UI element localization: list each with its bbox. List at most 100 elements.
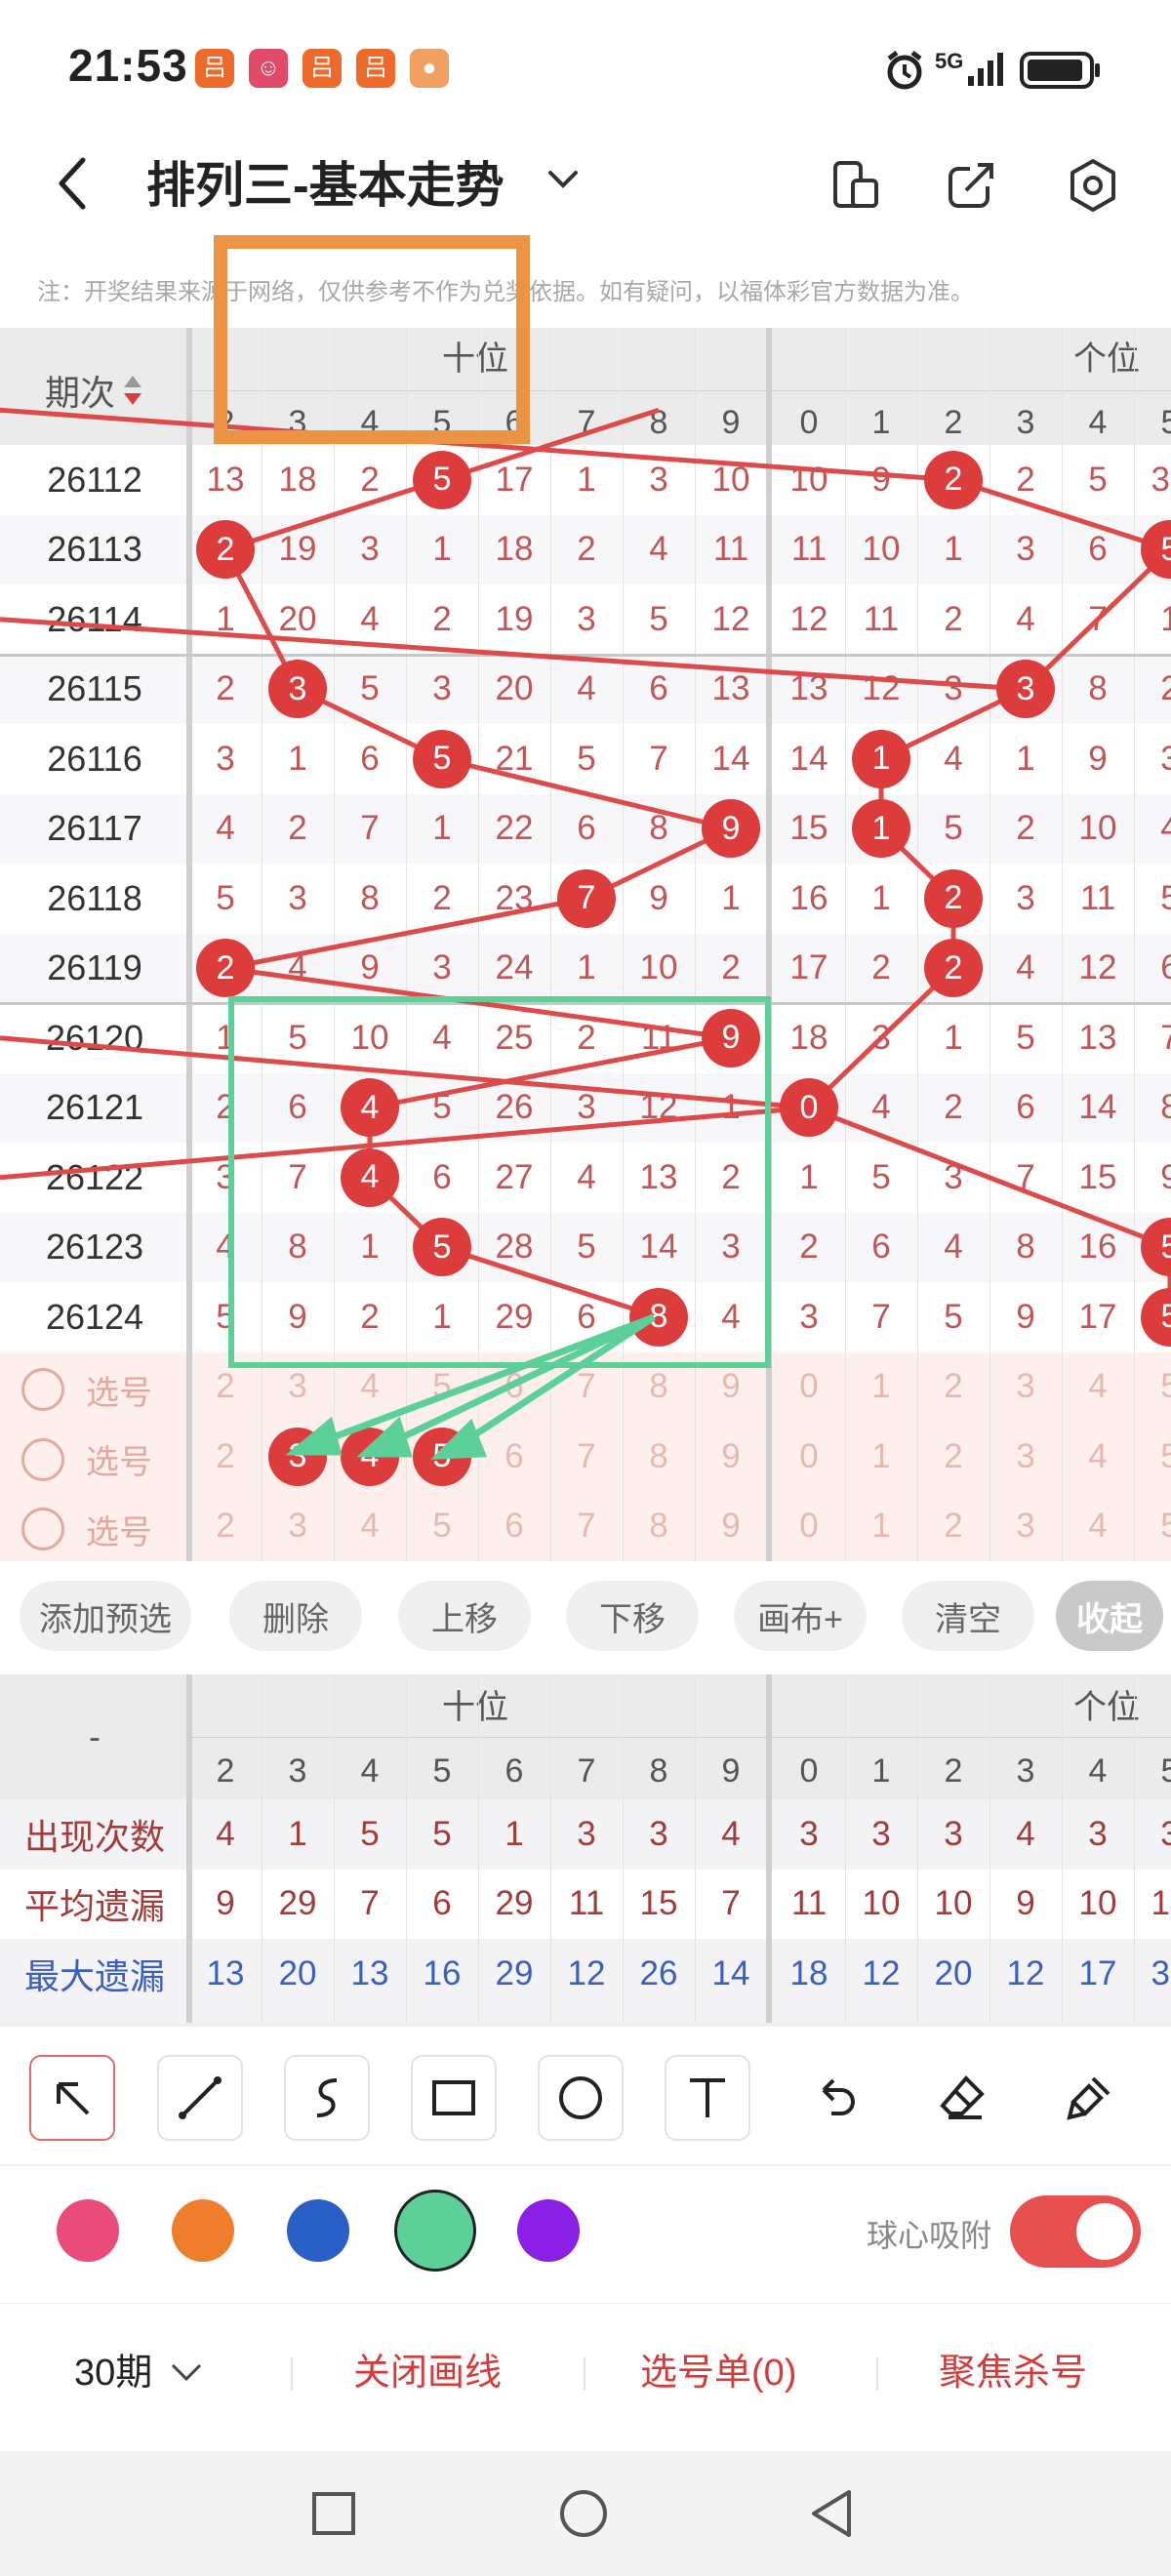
stats-cell: 16 bbox=[423, 1953, 462, 1992]
curve-tool-button[interactable] bbox=[284, 2055, 370, 2141]
stats-cell: 15 bbox=[639, 1884, 678, 1922]
arrow-tool-button[interactable] bbox=[29, 2055, 115, 2141]
stats-cell: 1 bbox=[505, 1814, 524, 1853]
stats-cell: 14 bbox=[1151, 1884, 1171, 1922]
period-select-label: 30期 bbox=[74, 2353, 153, 2394]
stats-row-label: 平均遗漏 bbox=[23, 1886, 165, 1926]
stats-cell: 4 bbox=[216, 1814, 235, 1853]
stats-cell: 13 bbox=[206, 1953, 245, 1992]
undo-button[interactable] bbox=[792, 2055, 878, 2141]
stats-cell: 13 bbox=[350, 1953, 389, 1992]
back-nav-icon[interactable] bbox=[808, 2488, 855, 2539]
color-swatch[interactable] bbox=[287, 2199, 349, 2262]
annotation-layer bbox=[214, 235, 771, 1460]
green-arrows-annotation bbox=[285, 1313, 656, 1460]
clear-brush-button[interactable] bbox=[1046, 2055, 1132, 2141]
stats-cell: 29 bbox=[495, 1953, 534, 1992]
stats-cell: 12 bbox=[567, 1953, 606, 1992]
stats-cell: 6 bbox=[432, 1884, 452, 1922]
stats-digit-header: 5 bbox=[1160, 1752, 1171, 1790]
stats-digit-header: 4 bbox=[1088, 1752, 1108, 1790]
action-button[interactable]: 上移 bbox=[398, 1581, 531, 1651]
stats-cell: 4 bbox=[721, 1814, 741, 1853]
stats-cell: 1 bbox=[288, 1814, 307, 1853]
stats-digit-header: 8 bbox=[649, 1752, 668, 1790]
stats-cell: 10 bbox=[934, 1884, 973, 1922]
rectangle-tool-icon bbox=[432, 2080, 475, 2115]
stats-cell: 9 bbox=[216, 1884, 235, 1922]
text-tool-icon bbox=[690, 2078, 725, 2117]
stats-group-ones: 个位 bbox=[1073, 1689, 1140, 1726]
color-swatch[interactable] bbox=[172, 2199, 234, 2262]
period-select[interactable]: 30期 bbox=[74, 2342, 204, 2395]
rectangle-tool-button[interactable] bbox=[411, 2055, 497, 2141]
action-button[interactable]: 添加预选 bbox=[20, 1581, 191, 1651]
stats-cell: 17 bbox=[1078, 1953, 1117, 1992]
stats-digit-header: 5 bbox=[432, 1752, 452, 1790]
stats-cell: 3 bbox=[799, 1814, 819, 1853]
focus-kill-button[interactable]: 聚焦杀号 bbox=[939, 2342, 1087, 2395]
stats-digit-header: 7 bbox=[577, 1752, 596, 1790]
stats-digit-header: 6 bbox=[505, 1752, 524, 1790]
orange-rectangle-annotation bbox=[214, 235, 530, 444]
color-swatch[interactable] bbox=[57, 2199, 119, 2262]
clear-brush-icon bbox=[1067, 2076, 1110, 2120]
recent-apps-icon[interactable] bbox=[310, 2490, 357, 2537]
stats-cell: 11 bbox=[790, 1884, 828, 1922]
action-button[interactable]: 删除 bbox=[229, 1581, 362, 1651]
stats-cell: 3 bbox=[871, 1814, 891, 1853]
stats-cell: 29 bbox=[495, 1884, 534, 1922]
action-button[interactable]: 下移 bbox=[566, 1581, 699, 1651]
stats-cell: 18 bbox=[789, 1953, 828, 1992]
stats-cell: 3 bbox=[944, 1814, 963, 1853]
stats-cell: 7 bbox=[360, 1884, 380, 1922]
stats-digit-header: 2 bbox=[944, 1752, 963, 1790]
home-icon[interactable] bbox=[558, 2488, 609, 2539]
app-root: { "status_bar": {"time": "21:53", "netwo… bbox=[0, 0, 1171, 2576]
toggle-knob bbox=[1076, 2203, 1133, 2260]
eraser-icon bbox=[940, 2075, 985, 2119]
line-tool-button[interactable] bbox=[157, 2055, 243, 2141]
action-button[interactable]: 清空 bbox=[902, 1581, 1034, 1651]
stats-digit-header: 9 bbox=[721, 1752, 741, 1790]
line-tool-icon bbox=[179, 2076, 222, 2119]
stats-cell: 3 bbox=[1160, 1814, 1171, 1853]
pick-list-button[interactable]: 选号单(0) bbox=[640, 2342, 796, 2395]
color-swatch[interactable] bbox=[517, 2199, 580, 2262]
action-button[interactable]: 收起 bbox=[1056, 1581, 1163, 1651]
stats-row-label: 出现次数 bbox=[23, 1816, 165, 1857]
color-swatch[interactable] bbox=[394, 2190, 476, 2272]
stats-cell: 20 bbox=[934, 1953, 973, 1992]
curve-tool-icon bbox=[316, 2078, 338, 2117]
stats-digit-header: 4 bbox=[360, 1752, 380, 1790]
stats-digit-header: 0 bbox=[799, 1752, 819, 1790]
stats-cell: 5 bbox=[360, 1814, 380, 1853]
stats-cell: 7 bbox=[721, 1884, 741, 1922]
circle-tool-button[interactable] bbox=[538, 2055, 624, 2141]
stats-cell: 33 bbox=[1151, 1953, 1171, 1992]
stats-digit-header: 3 bbox=[288, 1752, 307, 1790]
snap-label: 球心吸附 bbox=[867, 2218, 992, 2253]
stats-cell: 3 bbox=[1088, 1814, 1108, 1853]
text-tool-button[interactable] bbox=[665, 2055, 750, 2141]
stats-cell: 3 bbox=[577, 1814, 596, 1853]
stats-cell: 26 bbox=[639, 1953, 678, 1992]
snap-toggle[interactable] bbox=[1010, 2195, 1141, 2268]
stats-digit-header: 1 bbox=[871, 1752, 891, 1790]
stats-cell: 9 bbox=[1016, 1884, 1035, 1922]
green-rectangle-annotation bbox=[228, 996, 771, 1368]
stats-cell: 12 bbox=[862, 1953, 901, 1992]
stats-cell: 14 bbox=[711, 1953, 750, 1992]
action-button[interactable]: 画布+ bbox=[734, 1581, 867, 1651]
eraser-button[interactable] bbox=[919, 2055, 1005, 2141]
stats-cell: 10 bbox=[862, 1884, 901, 1922]
stats-cell: 29 bbox=[278, 1884, 317, 1922]
stats-cell: 20 bbox=[278, 1953, 317, 1992]
stats-digit-header: 2 bbox=[216, 1752, 235, 1790]
stats-cell: 5 bbox=[432, 1814, 452, 1853]
stats-row-label: 最大遗漏 bbox=[23, 1955, 165, 1996]
stats-dash: - bbox=[89, 1716, 101, 1756]
stats-cell: 4 bbox=[1016, 1814, 1035, 1853]
close-lines-button[interactable]: 关闭画线 bbox=[353, 2342, 502, 2395]
chevron-down-icon bbox=[171, 2363, 201, 2382]
